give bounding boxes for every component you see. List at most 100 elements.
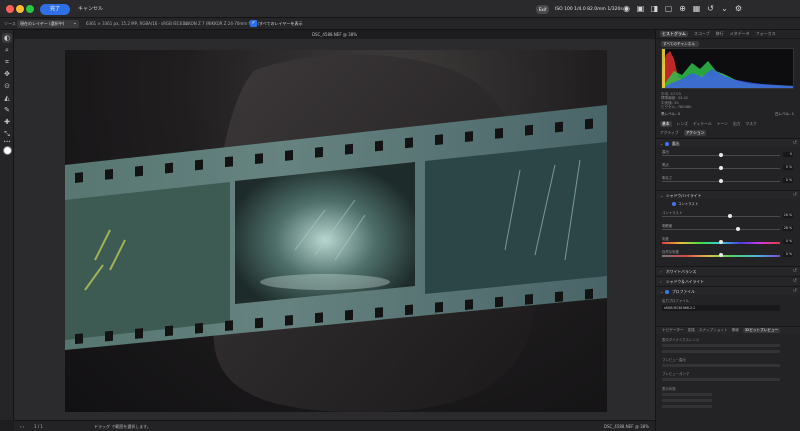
eye-icon[interactable]: ◉ [622,3,631,14]
straighten-tool-icon[interactable]: ⤡ [3,130,11,138]
move-tool-icon[interactable]: ✥ [3,70,11,78]
tab-histogram[interactable]: ヒストグラム [660,31,688,37]
slider-label: コントラスト [662,211,683,215]
done-button[interactable]: 完了 [40,4,70,15]
histogram-channel-select[interactable]: すべてのチャンネル [661,41,699,47]
settings-icon[interactable]: ⚙ [734,3,743,14]
slider-knob[interactable] [719,153,723,157]
crop-tool-icon[interactable]: ⌗ [3,58,11,66]
minimize-window-button[interactable] [16,5,24,13]
enabled-toggle[interactable] [665,142,669,146]
reset-icon[interactable]: ↺ [793,288,797,294]
reset-icon[interactable]: ↺ [793,140,797,146]
slider-knob[interactable] [735,227,740,231]
blemish-tool-icon[interactable]: ✚ [3,118,11,126]
dynamic-range-option[interactable] [662,344,780,347]
camera-info: NIKON Z 7 (NIKKOR Z 24-70mm f/4 S) [184,21,260,26]
zoom-tool-icon[interactable]: ⌕ [3,46,11,54]
tab-basic[interactable]: 基本 [660,121,672,127]
slider-value-field[interactable]: 0 % [783,252,793,257]
output-profile-label: 出力プロファイル [662,299,690,303]
fit-icon[interactable]: ▢ [664,3,673,14]
compare-icon[interactable]: ▣ [636,3,645,14]
brush-tool-icon[interactable]: ✎ [3,106,11,114]
tab-scopes[interactable]: スコープ [694,31,710,37]
tab-snapshots[interactable]: スナップショット [699,328,728,333]
bottom-panel-tabs: ナビゲーター 変換 スナップショット 情報 32ビットプレビュー [656,326,800,334]
tab-detail[interactable]: ディテール [693,121,712,127]
enabled-toggle[interactable] [672,202,676,206]
slider-value-field[interactable]: 0 % [783,178,793,183]
tab-mask[interactable]: マスク [745,121,756,127]
tab-active[interactable]: アクティブ [660,130,679,136]
tab-transform[interactable]: 変換 [688,328,695,333]
source-label: ソース [4,21,16,26]
show-all-layers-checkbox[interactable]: ✓ [250,20,257,27]
output-profile-select[interactable]: sRGB IEC61966-2.1 [662,305,780,311]
chevron-down-icon[interactable]: ⌄ [720,3,729,14]
slider-value-field[interactable]: 0 [783,152,793,157]
tools-panel: ◐ ⌕ ⌗ ✥ ⊙ ◭ ✎ ✚ ⤡ ••• [0,30,14,420]
slider-value-field[interactable]: 0 % [783,165,793,170]
grid-icon[interactable]: ▦ [692,3,701,14]
reset-icon[interactable]: ↺ [793,268,797,274]
source-select[interactable]: 現在のレイヤー (選択中) [17,19,79,28]
slider-track[interactable] [662,216,780,217]
cancel-button[interactable]: キャンセル [78,4,103,15]
slider-track[interactable] [662,229,780,230]
history-icon[interactable]: ↺ [706,3,715,14]
close-window-button[interactable] [6,5,14,13]
section-exposure[interactable]: ⌄ 露出 ↺ [656,138,800,147]
tab-lens[interactable]: レンズ [677,121,688,127]
slider-value-field[interactable]: 28 % [783,226,793,231]
section-profile[interactable]: ⌄ プロファイル ↺ [656,286,800,295]
zoom-icon[interactable]: ⊕ [678,3,687,14]
develop-tool-icon[interactable]: ◐ [2,33,12,43]
chevron-down-icon: ⌄ [660,141,664,146]
stat-pixels: ピクセル: 780480 [661,105,692,110]
section-white-balance[interactable]: › ホワイトバランス ↺ [656,266,800,275]
slider-knob[interactable] [719,240,723,244]
slider-knob[interactable] [719,179,723,183]
preview-gamma-slider[interactable] [662,378,780,381]
slider-knob[interactable] [719,253,723,257]
section-color-tone[interactable]: › シャドウ＆ハイライト ↺ [656,276,800,285]
slider-value-field[interactable]: 0 % [783,239,793,244]
slider-knob[interactable] [728,214,733,218]
tab-transfer[interactable]: 移行 [716,31,724,37]
tab-action[interactable]: アクション [683,130,707,136]
slider-row: 露出 0 [656,149,800,160]
reset-icon[interactable]: ↺ [793,278,797,284]
histogram-stats: 平均: 47.03 標準偏差: 33.42 中央値: 35 ピクセル: 7804… [661,92,691,110]
tab-focus[interactable]: フォーカス [756,31,776,37]
color-swatch[interactable] [3,146,12,155]
tab-navigator[interactable]: ナビゲーター [662,328,684,333]
display-state-option[interactable] [662,393,712,396]
preview-exposure-slider[interactable] [662,364,780,367]
tab-output[interactable]: 出力 [733,121,741,127]
enabled-toggle[interactable] [665,290,669,294]
tab-info[interactable]: 情報 [732,328,739,333]
slider-row: 自然な彩度 0 % [656,249,800,260]
display-state-option[interactable] [662,405,712,408]
section-shadows-label: シャドウ/ハイライト [666,193,702,198]
zoom-window-button[interactable] [26,5,34,13]
gradient-tool-icon[interactable]: ◭ [3,94,11,102]
slider-row: 彩度 0 % [656,236,800,247]
section-color-tone-label: シャドウ＆ハイライト [666,279,704,284]
adjust-subtabs: アクティブ アクション [660,130,707,136]
canvas-area[interactable] [14,39,655,420]
dynamic-range-option[interactable] [662,350,780,353]
split-view-icon[interactable]: ◨ [650,3,659,14]
more-tools-icon[interactable]: ••• [3,138,11,146]
tab-tone[interactable]: トーン [717,121,728,127]
chevron-right-icon: › [660,279,662,284]
tab-metadata[interactable]: メタデータ [730,31,750,37]
slider-knob[interactable] [719,166,723,170]
section-shadows-highlights[interactable]: ⌄ シャドウ/ハイライト ↺ [656,190,800,199]
display-state-option[interactable] [662,399,712,402]
tab-32bit-preview[interactable]: 32ビットプレビュー [742,328,781,333]
reset-icon[interactable]: ↺ [793,192,797,198]
red-eye-tool-icon[interactable]: ⊙ [3,82,11,90]
slider-value-field[interactable]: 16 % [783,213,793,218]
